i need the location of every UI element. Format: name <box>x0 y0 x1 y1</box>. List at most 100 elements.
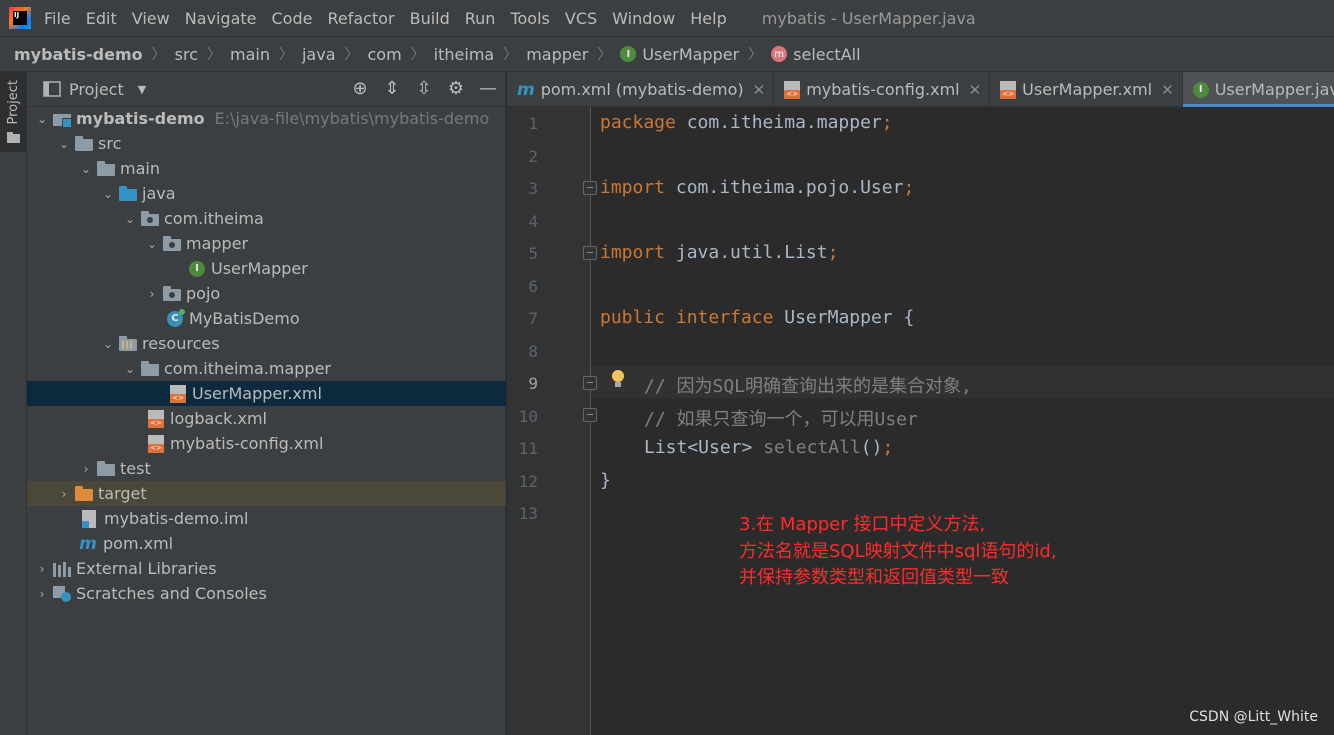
code-editor[interactable]: 1 2 3 4 5 6 7 8 9 10 11 12 13 package co… <box>507 107 1334 735</box>
tree-item-label: test <box>120 459 151 478</box>
tree-item-iml[interactable]: mybatis-demo.iml <box>27 506 506 531</box>
tree-item-label: mybatis-demo.iml <box>104 509 249 528</box>
annotation-line-1: 3.在 Mapper 接口中定义方法, <box>739 514 986 535</box>
tab-mybatis-config-xml[interactable]: mybatis-config.xml ✕ <box>774 72 991 107</box>
code-line-11: List<User> selectAll(); <box>644 437 894 458</box>
code-line-1: package com.itheima.mapper; <box>600 112 893 133</box>
tree-item-com-itheima[interactable]: ⌄ com.itheima <box>27 206 506 231</box>
chevron-down-icon[interactable]: ⌄ <box>35 112 49 126</box>
tree-item-scratches[interactable]: › Scratches and Consoles <box>27 581 506 606</box>
menu-window[interactable]: Window <box>612 9 675 28</box>
tree-item-usermapper[interactable]: I UserMapper <box>27 256 506 281</box>
folder-icon <box>97 460 115 476</box>
package-icon <box>141 210 159 226</box>
tree-item-pojo[interactable]: › pojo <box>27 281 506 306</box>
tree-item-pom[interactable]: m pom.xml <box>27 531 506 556</box>
tree-item-label: pojo <box>186 284 221 303</box>
menu-refactor[interactable]: Refactor <box>327 9 394 28</box>
chevron-right-icon[interactable]: › <box>57 487 71 501</box>
chevron-down-icon[interactable]: ▼ <box>138 83 146 96</box>
close-icon[interactable]: ✕ <box>753 81 766 99</box>
fold-marker-icon[interactable] <box>583 408 597 422</box>
breadcrumb-selectall[interactable]: m selectAll <box>771 45 861 64</box>
menu-help[interactable]: Help <box>690 9 726 28</box>
menu-file[interactable]: File <box>44 9 71 28</box>
project-panel-title[interactable]: Project <box>69 80 124 99</box>
tree-item-root[interactable]: ⌄ mybatis-demo E:\java-file\mybatis\myba… <box>27 106 506 131</box>
tree-item-label: UserMapper <box>211 259 308 278</box>
method-icon: m <box>771 46 788 62</box>
expand-all-icon[interactable]: ⇕ <box>383 78 401 99</box>
project-panel-toolbar: ⊕ ⇕ ⇳ ⚙ — <box>351 78 497 99</box>
project-tool-button[interactable]: Project <box>0 72 27 152</box>
breadcrumb-project[interactable]: mybatis-demo <box>14 45 143 64</box>
tree-item-mybatis-config-xml[interactable]: mybatis-config.xml <box>27 431 506 456</box>
chevron-right-icon[interactable]: › <box>79 462 93 476</box>
tree-item-mybatisdemo[interactable]: C MyBatisDemo <box>27 306 506 331</box>
resources-folder-icon <box>119 335 137 351</box>
chevron-right-icon[interactable]: › <box>35 562 49 576</box>
watermark: CSDN @Litt_White <box>1189 709 1318 725</box>
line-number: 8 <box>528 342 538 361</box>
chevron-down-icon[interactable]: ⌄ <box>145 237 159 251</box>
menu-navigate[interactable]: Navigate <box>185 9 257 28</box>
tree-item-target[interactable]: › target <box>27 481 506 506</box>
tree-item-label: logback.xml <box>170 409 267 428</box>
locate-icon[interactable]: ⊕ <box>351 78 369 99</box>
tree-item-com-itheima-mapper[interactable]: ⌄ com.itheima.mapper <box>27 356 506 381</box>
chevron-down-icon[interactable]: ⌄ <box>101 337 115 351</box>
lightbulb-icon[interactable] <box>611 370 625 388</box>
tab-usermapper-java[interactable]: I UserMapper.java ✕ <box>1182 72 1334 107</box>
tree-item-logback-xml[interactable]: logback.xml <box>27 406 506 431</box>
tree-item-label: mybatis-demo <box>76 109 205 128</box>
close-icon[interactable]: ✕ <box>1161 81 1174 99</box>
fold-marker-icon[interactable] <box>583 246 597 260</box>
breadcrumb-mapper[interactable]: mapper <box>526 45 588 64</box>
tree-item-mapper[interactable]: ⌄ mapper <box>27 231 506 256</box>
tab-pom-xml[interactable]: m pom.xml (mybatis-demo) ✕ <box>507 72 775 107</box>
menu-edit[interactable]: Edit <box>86 9 117 28</box>
tree-item-resources[interactable]: ⌄ resources <box>27 331 506 356</box>
source-folder-icon <box>119 185 137 201</box>
fold-marker-icon[interactable] <box>583 376 597 390</box>
menu-view[interactable]: View <box>132 9 170 28</box>
fold-marker-icon[interactable] <box>583 181 597 195</box>
maven-icon: m <box>79 533 97 554</box>
menu-vcs[interactable]: VCS <box>565 9 597 28</box>
project-panel-header: Project ▼ ⊕ ⇕ ⇳ ⚙ — <box>27 72 505 107</box>
gear-icon[interactable]: ⚙ <box>447 78 465 99</box>
tree-item-external-libraries[interactable]: › External Libraries <box>27 556 506 581</box>
line-number: 4 <box>528 212 538 231</box>
tree-item-usermapper-xml[interactable]: UserMapper.xml <box>27 381 506 406</box>
code-line-7: public interface UserMapper { <box>600 307 915 328</box>
chevron-right-icon[interactable]: › <box>145 287 159 301</box>
tree-item-java[interactable]: ⌄ java <box>27 181 506 206</box>
menu-tools[interactable]: Tools <box>510 9 549 28</box>
close-icon[interactable]: ✕ <box>969 81 982 99</box>
collapse-all-icon[interactable]: ⇳ <box>415 78 433 99</box>
chevron-down-icon[interactable]: ⌄ <box>123 212 137 226</box>
xml-file-icon <box>1000 80 1017 99</box>
tree-item-main[interactable]: ⌄ main <box>27 156 506 181</box>
menu-code[interactable]: Code <box>272 9 313 28</box>
folder-icon <box>7 132 20 143</box>
menu-build[interactable]: Build <box>410 9 450 28</box>
tree-item-label: Scratches and Consoles <box>76 584 267 603</box>
menu-run[interactable]: Run <box>465 9 496 28</box>
tree-item-test[interactable]: › test <box>27 456 506 481</box>
xml-file-icon <box>784 80 801 99</box>
chevron-down-icon[interactable]: ⌄ <box>57 137 71 151</box>
tree-item-src[interactable]: ⌄ src <box>27 131 506 156</box>
chevron-down-icon[interactable]: ⌄ <box>101 187 115 201</box>
breadcrumb-com[interactable]: com <box>368 45 402 64</box>
chevron-down-icon[interactable]: ⌄ <box>79 162 93 176</box>
breadcrumb-main[interactable]: main <box>230 45 270 64</box>
minimize-icon[interactable]: — <box>479 78 497 99</box>
breadcrumb-java[interactable]: java <box>302 45 336 64</box>
breadcrumb-usermapper[interactable]: I UserMapper <box>620 45 739 64</box>
breadcrumb-src[interactable]: src <box>175 45 198 64</box>
tab-usermapper-xml[interactable]: UserMapper.xml ✕ <box>990 72 1183 107</box>
chevron-right-icon[interactable]: › <box>35 587 49 601</box>
breadcrumb-itheima[interactable]: itheima <box>434 45 495 64</box>
chevron-down-icon[interactable]: ⌄ <box>123 362 137 376</box>
